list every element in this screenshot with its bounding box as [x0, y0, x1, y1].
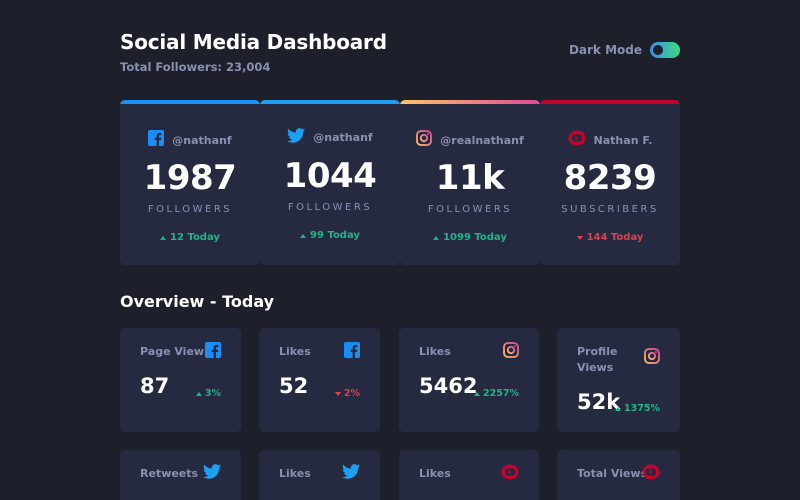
card-handle-row: @realnathanf [400, 130, 540, 150]
youtube-icon [568, 130, 586, 150]
overview-title: Overview - Today [120, 292, 275, 311]
today-change: 12 Today [120, 232, 260, 243]
overview-change: 1375% [615, 403, 660, 414]
arrow-up-icon [433, 235, 440, 240]
arrow-up-icon [300, 233, 307, 238]
today-change: 1099 Today [400, 232, 540, 243]
card-handle: @realnathanf [440, 133, 524, 147]
arrow-up-icon [160, 235, 167, 240]
follower-unit: FOLLOWERS [427, 204, 513, 215]
facebook-icon [205, 342, 221, 362]
overview-value: 52 [279, 374, 309, 398]
today-change-text: 144 Today [586, 232, 644, 243]
overview-label: Likes [419, 467, 451, 480]
card-handle-row: @nathanf [120, 130, 260, 150]
overview-card-profile-views[interactable]: Profile Views 52k 1375% [557, 328, 680, 432]
card-handle-row: Nathan F. [540, 130, 680, 150]
overview-change: 2% [334, 388, 360, 399]
follower-unit: FOLLOWERS [147, 204, 233, 215]
dark-mode-control: Dark Mode [569, 42, 680, 58]
card-twitter[interactable]: @nathanf 1044 FOLLOWERS 99 Today [260, 100, 400, 265]
youtube-icon [642, 464, 660, 484]
card-handle: Nathan F. [593, 133, 653, 147]
arrow-up-icon [615, 406, 622, 411]
overview-label: Likes [279, 345, 311, 358]
overview-change-text: 1375% [624, 403, 660, 414]
card-handle-row: @nathanf [260, 128, 400, 147]
follower-count: 8239 [563, 158, 657, 198]
card-accent-bar [260, 100, 400, 104]
total-followers: Total Followers: 23,004 [120, 60, 271, 74]
today-change: 99 Today [260, 230, 400, 241]
overview-card-facebook-likes[interactable]: Likes 52 2% [259, 328, 380, 432]
follower-count: 1044 [283, 156, 377, 196]
page-title: Social Media Dashboard [120, 30, 387, 54]
overview-card-instagram-likes[interactable]: Likes 5462 2257% [399, 328, 539, 432]
facebook-icon [344, 342, 360, 362]
card-instagram[interactable]: @realnathanf 11k FOLLOWERS 1099 Today [400, 100, 540, 265]
arrow-down-icon [576, 235, 583, 240]
overview-label: Retweets [140, 467, 199, 480]
overview-label: Profile Views [577, 345, 618, 374]
overview-change-text: 2257% [483, 388, 519, 399]
follower-cards: @nathanf 1987 FOLLOWERS 12 Today @nathan… [120, 100, 680, 265]
follower-unit: SUBSCRIBERS [561, 204, 659, 215]
youtube-icon [501, 464, 519, 484]
today-change-text: 99 Today [310, 230, 360, 241]
instagram-icon [416, 130, 433, 150]
today-change: 144 Today [540, 232, 680, 243]
card-handle: @nathanf [313, 131, 373, 144]
follower-count: 1987 [143, 158, 237, 198]
overview-label: Page Views [140, 345, 211, 358]
overview-change: 3% [195, 388, 221, 399]
card-accent-bar [540, 100, 680, 104]
facebook-icon [148, 130, 165, 150]
card-youtube[interactable]: Nathan F. 8239 SUBSCRIBERS 144 Today [540, 100, 680, 265]
overview-card-twitter-likes[interactable]: Likes [259, 450, 380, 500]
arrow-up-icon [195, 391, 202, 396]
arrow-up-icon [474, 391, 481, 396]
overview-change-text: 2% [343, 388, 360, 399]
dark-mode-toggle[interactable] [650, 42, 680, 58]
card-accent-bar [120, 100, 260, 104]
dark-mode-label: Dark Mode [568, 43, 642, 57]
overview-value: 5462 [419, 374, 478, 398]
twitter-icon [203, 464, 221, 483]
toggle-knob [653, 45, 663, 55]
overview-card-page-views[interactable]: Page Views 87 3% [120, 328, 241, 432]
today-change-text: 1099 Today [443, 232, 507, 243]
instagram-icon [503, 342, 519, 362]
card-facebook[interactable]: @nathanf 1987 FOLLOWERS 12 Today [120, 100, 260, 265]
overview-value: 87 [140, 374, 170, 398]
twitter-icon [287, 128, 306, 147]
overview-change: 2257% [474, 388, 519, 399]
today-change-text: 12 Today [170, 232, 220, 243]
arrow-down-icon [334, 391, 341, 396]
overview-label: Total Views [577, 467, 648, 480]
overview-card-youtube-likes[interactable]: Likes [399, 450, 539, 500]
follower-unit: FOLLOWERS [287, 202, 373, 213]
twitter-icon [342, 464, 360, 483]
overview-label: Likes [279, 467, 311, 480]
follower-count: 11k [435, 158, 505, 198]
instagram-icon [644, 348, 660, 368]
overview-label: Likes [419, 345, 451, 358]
card-accent-bar [400, 100, 540, 104]
overview-card-retweets[interactable]: Retweets [120, 450, 241, 500]
overview-card-total-views[interactable]: Total Views [557, 450, 680, 500]
overview-value: 52k [577, 390, 621, 414]
overview-change-text: 3% [204, 388, 221, 399]
card-handle: @nathanf [172, 133, 232, 147]
